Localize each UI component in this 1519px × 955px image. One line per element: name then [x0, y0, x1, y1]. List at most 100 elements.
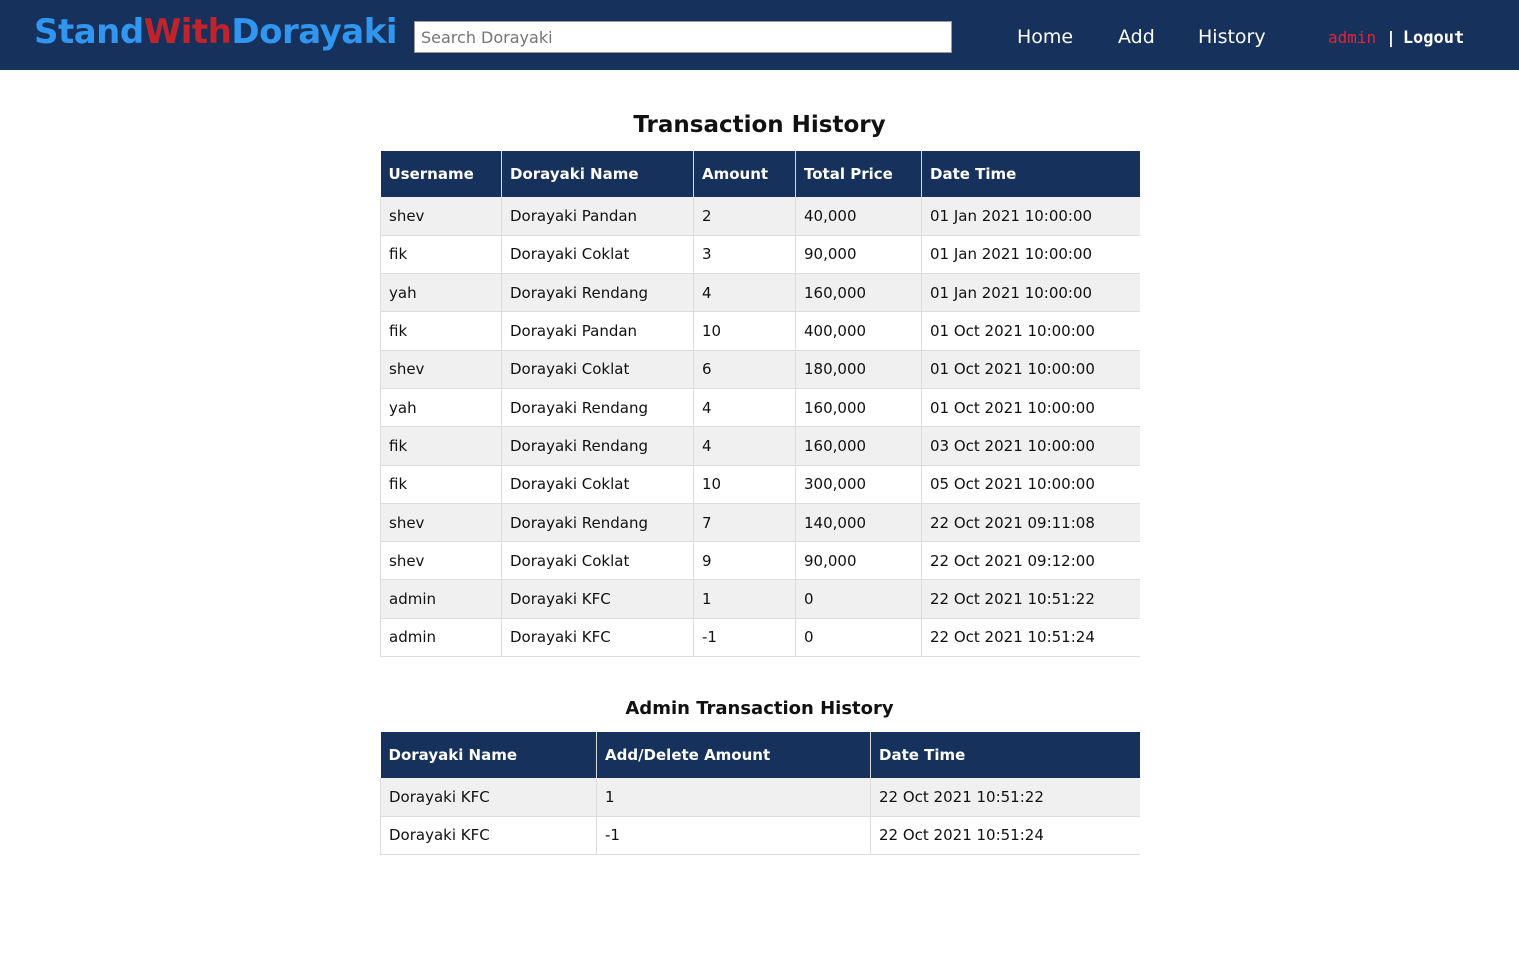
transaction-table-cell: 1	[693, 579, 796, 619]
transaction-table-cell: fik	[380, 311, 502, 351]
transaction-table-header: Username Dorayaki Name Amount Total Price Da…	[380, 151, 1140, 197]
transaction-table-cell: -1	[693, 618, 796, 658]
transaction-table-cell: shev	[380, 197, 502, 236]
transaction-table-cell: admin	[380, 579, 502, 619]
transaction-table-cell: 9	[693, 541, 796, 581]
transaction-table-row: admin Dorayaki KFC -1 0 22 Oct 2021 10:51:24	[380, 618, 1140, 658]
transaction-table-cell: 22 Oct 2021 09:11:08	[921, 503, 1140, 543]
user-area: admin | Logout	[1328, 26, 1464, 50]
transaction-table-cell: Dorayaki Coklat	[501, 465, 694, 504]
transaction-table-row: shev Dorayaki Coklat 6 180,000 01 Oct 2021 1…	[380, 350, 1140, 389]
transaction-table-cell: 7	[693, 503, 796, 543]
transaction-table-cell: 180,000	[795, 350, 922, 389]
transaction-table-cell: 0	[795, 618, 922, 658]
transaction-table-cell: Dorayaki Pandan	[501, 311, 694, 351]
logout-link[interactable]: Logout	[1403, 28, 1464, 48]
transaction-table-cell: yah	[380, 273, 502, 313]
admin-table-cell: -1	[596, 816, 871, 856]
transaction-table-cell: Dorayaki Rendang	[501, 503, 694, 543]
transaction-table-cell: 10	[693, 311, 796, 351]
transaction-table-cell: fik	[380, 235, 502, 275]
transaction-table-cell: 160,000	[795, 388, 922, 428]
transaction-table-row: shev Dorayaki Pandan 2 40,000 01 Jan 2021 10…	[380, 197, 1140, 236]
transaction-table-cell: shev	[380, 350, 502, 389]
transaction-table-cell: 01 Jan 2021 10:00:00	[921, 197, 1140, 236]
search-input[interactable]	[414, 21, 952, 53]
transaction-table-cell: 90,000	[795, 235, 922, 275]
transaction-table-cell: 22 Oct 2021 09:12:00	[921, 541, 1140, 581]
nav-link-home[interactable]: Home	[1017, 24, 1073, 50]
transaction-table-row: yah Dorayaki Rendang 4 160,000 01 Oct 2021 1…	[380, 388, 1140, 428]
transaction-table-header-cell: Total Price	[795, 151, 922, 197]
transaction-table-cell: 40,000	[795, 197, 922, 236]
transaction-table-cell: Dorayaki Coklat	[501, 235, 694, 275]
admin-section-title: Admin Transaction History	[625, 698, 894, 719]
transaction-table-row: fik Dorayaki Coklat 10 300,000 05 Oct 2021 1…	[380, 465, 1140, 504]
transaction-table-cell: 01 Jan 2021 10:00:00	[921, 235, 1140, 275]
transaction-table-cell: Dorayaki Coklat	[501, 541, 694, 581]
admin-table-cell: 22 Oct 2021 10:51:24	[870, 816, 1140, 856]
transaction-table-cell: shev	[380, 541, 502, 581]
transaction-table-cell: 6	[693, 350, 796, 389]
transaction-table-cell: 10	[693, 465, 796, 504]
transaction-table-cell: 4	[693, 273, 796, 313]
transaction-table-cell: 300,000	[795, 465, 922, 504]
transaction-table-cell: Dorayaki Pandan	[501, 197, 694, 236]
transaction-table-cell: 140,000	[795, 503, 922, 543]
admin-table-cell: 1	[596, 778, 871, 817]
transaction-table-cell: 22 Oct 2021 10:51:22	[921, 579, 1140, 619]
transaction-table-header-cell: Amount	[693, 151, 796, 197]
admin-table-header: Dorayaki Name Add/Delete Amount Date Time	[380, 732, 1140, 778]
transaction-table-row: admin Dorayaki KFC 1 0 22 Oct 2021 10:51:22	[380, 579, 1140, 619]
nav-link-history[interactable]: History	[1198, 24, 1266, 50]
brand-part-stand: Stand	[34, 12, 144, 52]
transaction-table-cell: fik	[380, 465, 502, 504]
transaction-table-cell: 4	[693, 388, 796, 428]
transaction-table-cell: yah	[380, 388, 502, 428]
page-title: Transaction History	[633, 112, 886, 138]
transaction-table-cell: Dorayaki Coklat	[501, 350, 694, 389]
transaction-table-cell: Dorayaki Rendang	[501, 388, 694, 428]
transaction-table-cell: Dorayaki KFC	[501, 618, 694, 658]
admin-table-row: Dorayaki KFC -1 22 Oct 2021 10:51:24	[380, 816, 1140, 856]
transaction-table-cell: 22 Oct 2021 10:51:24	[921, 618, 1140, 658]
transaction-table-cell: Dorayaki KFC	[501, 579, 694, 619]
transaction-table-cell: 01 Oct 2021 10:00:00	[921, 350, 1140, 389]
nav-link-add[interactable]: Add	[1118, 24, 1155, 50]
admin-table-cell: Dorayaki KFC	[380, 778, 597, 817]
transaction-table-row: fik Dorayaki Pandan 10 400,000 01 Oct 2021 1…	[380, 311, 1140, 351]
transaction-table-cell: 90,000	[795, 541, 922, 581]
transaction-table-row: shev Dorayaki Coklat 9 90,000 22 Oct 2021 09…	[380, 541, 1140, 581]
admin-table-header-cell: Date Time	[870, 732, 1140, 778]
transaction-table-cell: shev	[380, 503, 502, 543]
transaction-table-row: yah Dorayaki Rendang 4 160,000 01 Jan 2021 1…	[380, 273, 1140, 313]
transaction-table-cell: 2	[693, 197, 796, 236]
transaction-table-row: shev Dorayaki Rendang 7 140,000 22 Oct 2021 …	[380, 503, 1140, 543]
transaction-table-cell: Dorayaki Rendang	[501, 426, 694, 466]
brand-logo[interactable]: StandWithDorayaki	[34, 8, 397, 56]
navbar: StandWithDorayaki Home Add History admin…	[0, 0, 1519, 70]
transaction-table-header-cell: Dorayaki Name	[501, 151, 694, 197]
transaction-table-cell: admin	[380, 618, 502, 658]
transaction-table-header-cell: Username	[380, 151, 502, 197]
transaction-table-cell: 01 Oct 2021 10:00:00	[921, 311, 1140, 351]
transaction-table-cell: fik	[380, 426, 502, 466]
transaction-table-header-cell: Date Time	[921, 151, 1140, 197]
admin-table-row: Dorayaki KFC 1 22 Oct 2021 10:51:22	[380, 778, 1140, 817]
transaction-table-row: fik Dorayaki Rendang 4 160,000 03 Oct 2021 1…	[380, 426, 1140, 466]
brand-part-dorayaki: Dorayaki	[231, 12, 397, 52]
transaction-table-cell: 4	[693, 426, 796, 466]
brand-part-with: With	[143, 12, 232, 52]
admin-table-cell: Dorayaki KFC	[380, 816, 597, 856]
transaction-table-cell: 03 Oct 2021 10:00:00	[921, 426, 1140, 466]
transaction-table-cell: 05 Oct 2021 10:00:00	[921, 465, 1140, 504]
admin-table-header-cell: Add/Delete Amount	[596, 732, 871, 778]
transaction-table-cell: Dorayaki Rendang	[501, 273, 694, 313]
transaction-table-cell: 3	[693, 235, 796, 275]
transaction-table-cell: 01 Oct 2021 10:00:00	[921, 388, 1140, 428]
transaction-table: Username Dorayaki Name Amount Total Price Da…	[380, 151, 1140, 658]
admin-table-cell: 22 Oct 2021 10:51:22	[870, 778, 1140, 817]
username-label: admin	[1328, 28, 1377, 47]
admin-table-header-cell: Dorayaki Name	[380, 732, 597, 778]
transaction-table-cell: 01 Jan 2021 10:00:00	[921, 273, 1140, 313]
